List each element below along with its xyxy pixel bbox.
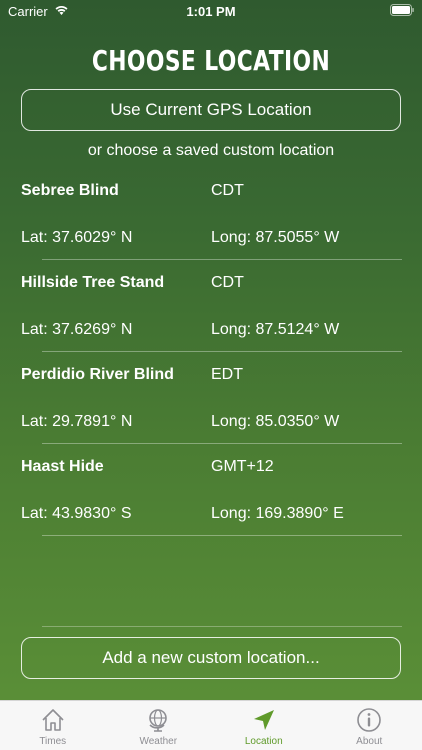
location-row[interactable]: Perdidio River Blind EDT Lat: 29.7891° N… <box>0 352 422 444</box>
location-row[interactable]: Hillside Tree Stand CDT Lat: 37.6269° N … <box>0 260 422 352</box>
status-time: 1:01 PM <box>186 4 236 19</box>
list-bottom-divider <box>42 626 402 627</box>
location-name: Sebree Blind <box>21 182 119 199</box>
tab-bar: Times Weather Location About <box>0 700 422 750</box>
tab-weather[interactable]: Weather <box>106 701 212 750</box>
row-divider <box>42 535 402 536</box>
battery-icon <box>390 4 414 16</box>
location-longitude: Long: 87.5055° W <box>211 229 340 246</box>
status-bar: Carrier 1:01 PM <box>0 0 422 24</box>
location-name: Haast Hide <box>21 458 104 475</box>
page-title: CHOOSE LOCATION <box>91 44 331 77</box>
tab-about[interactable]: About <box>317 701 422 750</box>
location-longitude: Long: 87.5124° W <box>211 321 340 338</box>
location-timezone: CDT <box>211 274 244 291</box>
location-row[interactable]: Sebree Blind CDT Lat: 37.6029° N Long: 8… <box>0 168 422 260</box>
tab-label: Weather <box>139 736 178 747</box>
tab-location[interactable]: Location <box>211 701 317 750</box>
location-latitude: Lat: 37.6269° N <box>21 321 133 338</box>
location-name: Perdidio River Blind <box>21 366 174 383</box>
tab-label: Location <box>244 736 283 747</box>
globe-icon <box>149 709 168 732</box>
location-list: Sebree Blind CDT Lat: 37.6029° N Long: 8… <box>0 168 422 536</box>
location-longitude: Long: 85.0350° W <box>211 413 340 430</box>
location-timezone: CDT <box>211 182 244 199</box>
tab-times[interactable]: Times <box>0 701 106 750</box>
location-latitude: Lat: 43.9830° S <box>21 505 132 522</box>
info-icon <box>357 708 382 732</box>
saved-location-subtitle: or choose a saved custom location <box>87 142 335 159</box>
tab-label: About <box>356 736 383 747</box>
location-timezone: GMT+12 <box>211 458 274 475</box>
house-icon <box>42 709 64 731</box>
add-custom-location-button[interactable]: Add a new custom location... <box>21 637 401 679</box>
location-latitude: Lat: 37.6029° N <box>21 229 133 246</box>
location-longitude: Long: 169.3890° E <box>211 505 344 522</box>
use-gps-location-button[interactable]: Use Current GPS Location <box>21 89 401 131</box>
location-timezone: EDT <box>211 366 243 383</box>
tab-label: Times <box>39 736 67 747</box>
location-latitude: Lat: 29.7891° N <box>21 413 133 430</box>
location-row[interactable]: Haast Hide GMT+12 Lat: 43.9830° S Long: … <box>0 444 422 536</box>
location-name: Hillside Tree Stand <box>21 274 165 291</box>
location-arrow-icon <box>253 710 274 730</box>
